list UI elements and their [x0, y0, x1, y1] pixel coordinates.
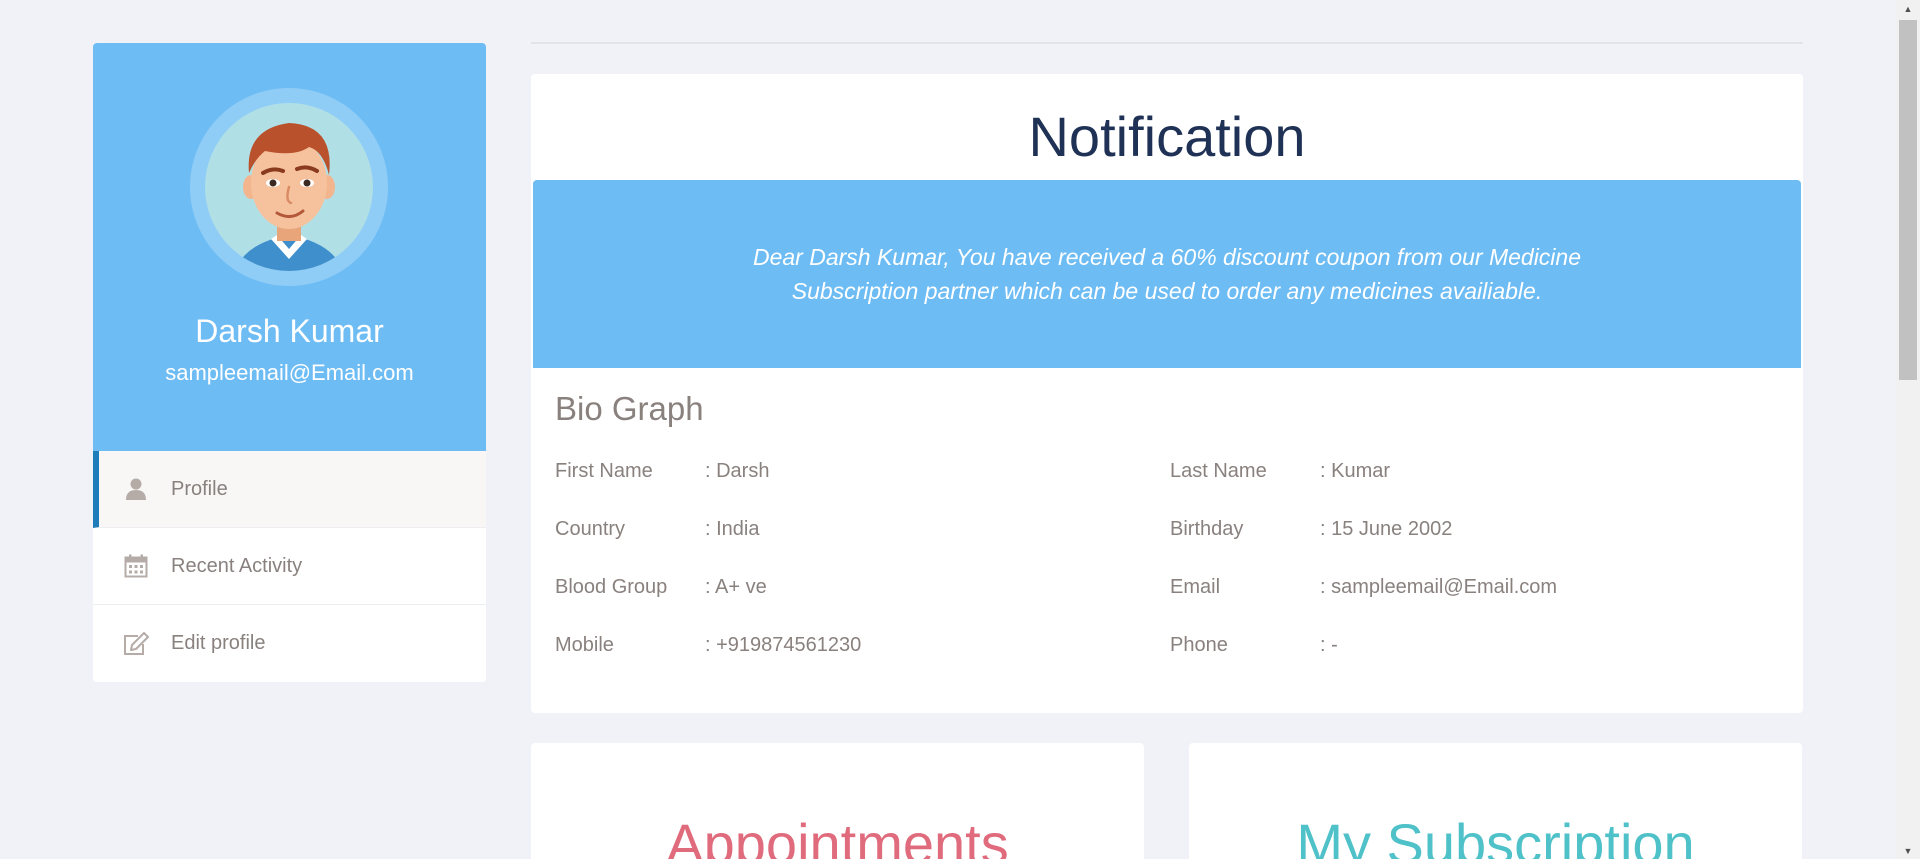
profile-header: Darsh Kumar sampleemail@Email.com — [93, 43, 486, 451]
user-icon — [123, 476, 149, 502]
edit-icon — [123, 631, 149, 657]
appointments-card[interactable]: Appointments — [531, 743, 1144, 859]
sidebar-item-label: Recent Activity — [171, 554, 303, 577]
bio-value: : Darsh — [705, 460, 770, 482]
bio-field-phone: Phone : - — [1170, 634, 1785, 692]
sidebar-item-recent-activity[interactable]: Recent Activity — [93, 528, 486, 605]
bio-value: : sampleemail@Email.com — [1320, 576, 1558, 598]
avatar-illustration — [235, 123, 343, 271]
bio-field-country: Country : India — [555, 518, 1170, 576]
bio-label: First Name — [555, 460, 653, 482]
user-name: Darsh Kumar — [195, 313, 384, 349]
bio-field-last-name: Last Name : Kumar — [1170, 460, 1785, 518]
divider — [531, 42, 1803, 44]
bio-value: : Kumar — [1320, 460, 1391, 482]
scroll-thumb[interactable] — [1899, 20, 1917, 380]
bio-row: Blood Group : A+ ve Email : sampleemail@… — [555, 576, 1785, 634]
bio-field-mobile: Mobile : +919874561230 — [555, 634, 1170, 692]
bio-graph-grid: First Name : Darsh Last Name : Kumar Cou… — [555, 460, 1785, 692]
bio-label: Country — [555, 518, 626, 540]
avatar-ring — [190, 88, 388, 286]
subscription-card[interactable]: My Subscription — [1189, 743, 1802, 859]
bio-label: Mobile — [555, 634, 614, 656]
bio-label: Birthday — [1170, 518, 1244, 540]
bio-label: Last Name — [1170, 460, 1267, 482]
bio-value: : - — [1320, 634, 1338, 656]
bio-field-birthday: Birthday : 15 June 2002 — [1170, 518, 1785, 576]
bio-value: : +919874561230 — [705, 634, 862, 656]
sidebar-item-edit-profile[interactable]: Edit profile — [93, 605, 486, 682]
calendar-icon — [123, 553, 149, 579]
bio-row: Mobile : +919874561230 Phone : - — [555, 634, 1785, 692]
profile-sidebar: Darsh Kumar sampleemail@Email.com Profil… — [93, 43, 486, 682]
notification-panel: Notification Dear Darsh Kumar, You have … — [531, 74, 1803, 713]
subscription-title: My Subscription — [1296, 812, 1695, 859]
notification-title: Notification — [1028, 105, 1306, 168]
bio-row: First Name : Darsh Last Name : Kumar — [555, 460, 1785, 518]
bio-label: Phone — [1170, 634, 1228, 656]
bio-field-first-name: First Name : Darsh — [555, 460, 1170, 518]
notification-message: Dear Darsh Kumar, You have received a 60… — [752, 244, 1582, 304]
bio-label: Blood Group — [555, 576, 668, 598]
scroll-down-icon[interactable]: ▼ — [1896, 842, 1920, 859]
bio-field-email: Email : sampleemail@Email.com — [1170, 576, 1785, 634]
notification-banner: Dear Darsh Kumar, You have received a 60… — [533, 180, 1801, 368]
appointments-title: Appointments — [666, 812, 1009, 859]
bio-value: : India — [705, 518, 760, 540]
bio-field-blood-group: Blood Group : A+ ve — [555, 576, 1170, 634]
bio-label: Email — [1170, 576, 1221, 598]
sidebar-item-profile[interactable]: Profile — [93, 451, 486, 528]
user-email: sampleemail@Email.com — [165, 360, 414, 385]
bio-value: : A+ ve — [705, 576, 767, 598]
sidebar-item-label: Edit profile — [171, 632, 266, 654]
bio-value: : 15 June 2002 — [1320, 518, 1453, 540]
bio-row: Country : India Birthday : 15 June 2002 — [555, 518, 1785, 576]
bio-graph-title: Bio Graph — [555, 390, 704, 427]
sidebar-item-label: Profile — [171, 477, 228, 500]
avatar — [205, 103, 373, 271]
page-scrollbar[interactable]: ▲ ▼ — [1896, 0, 1920, 859]
scroll-up-icon[interactable]: ▲ — [1896, 0, 1920, 17]
